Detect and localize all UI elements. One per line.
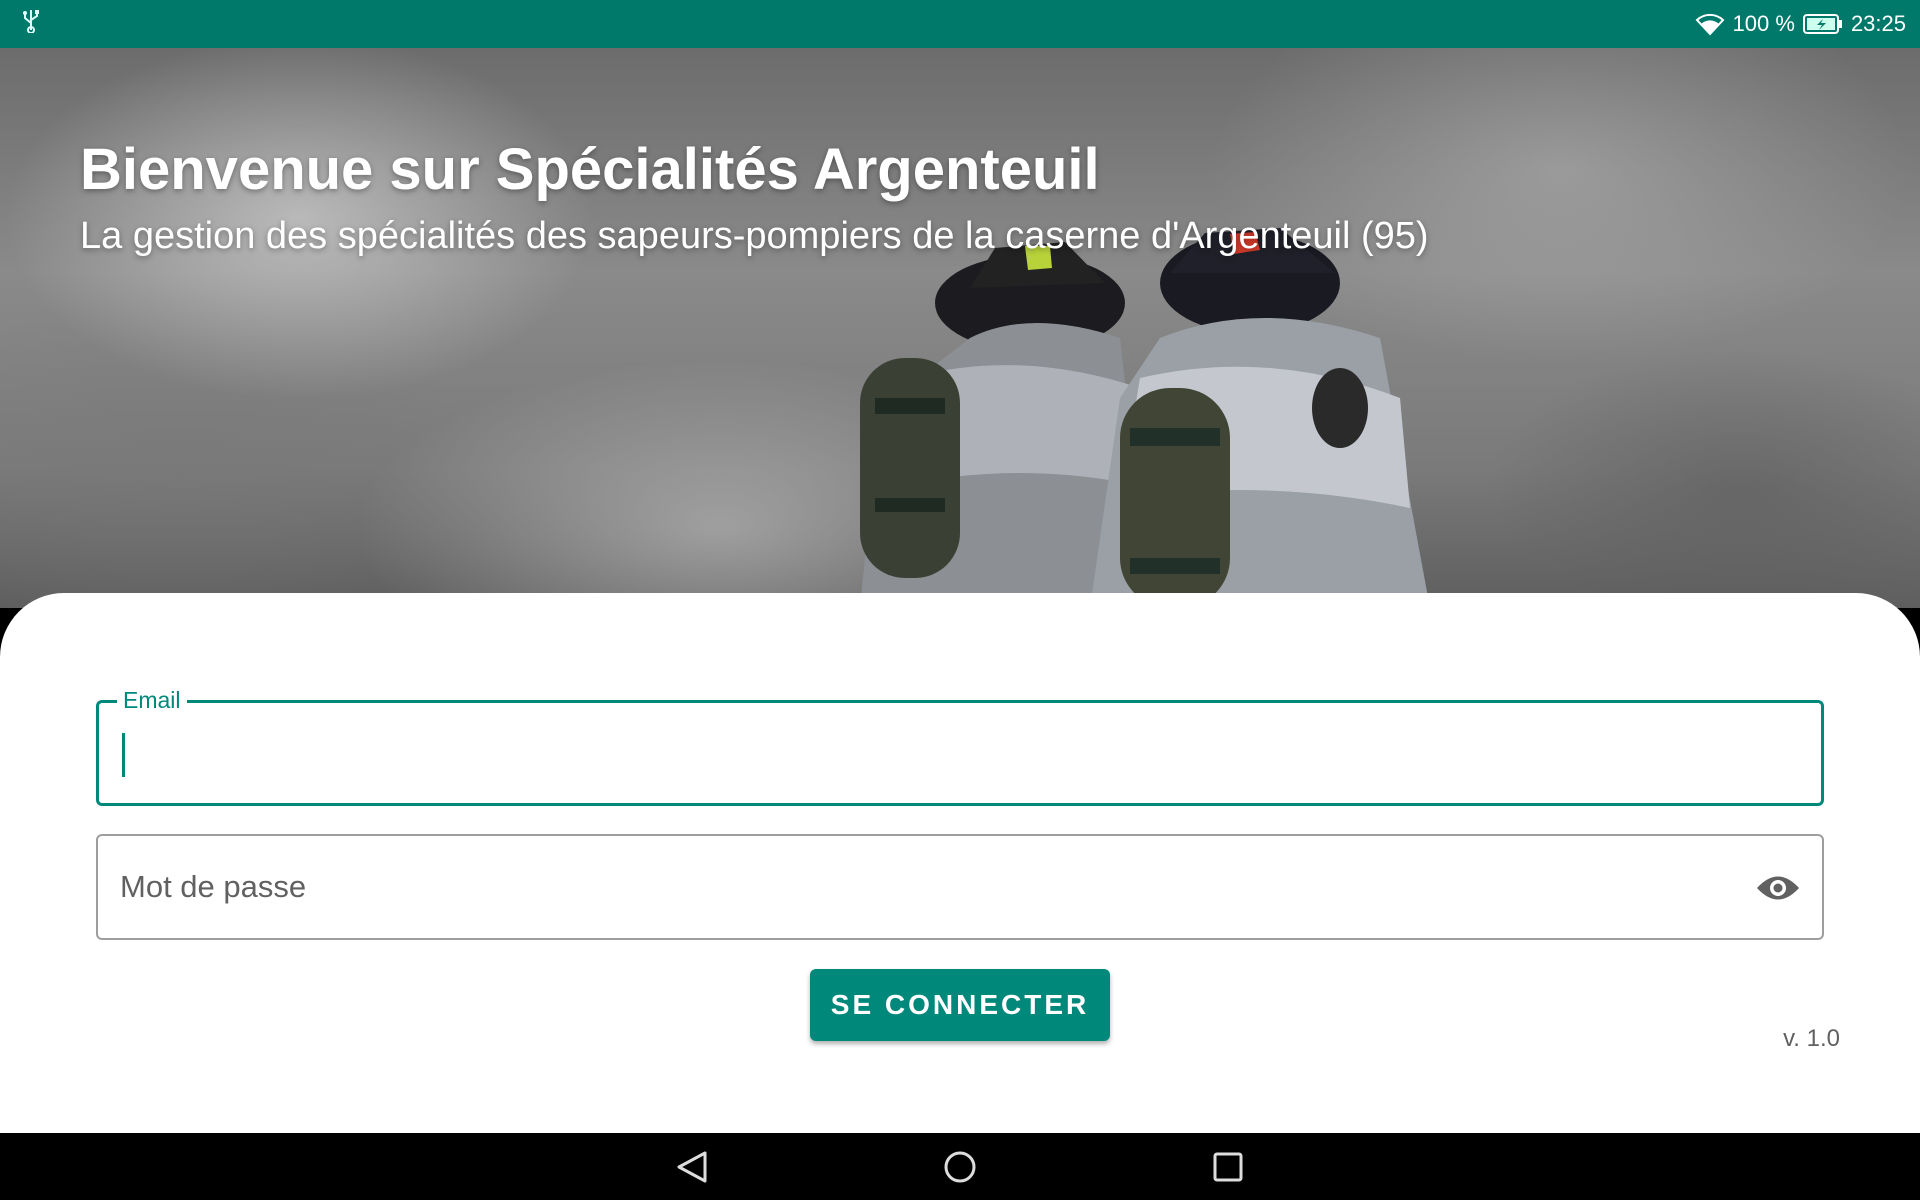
login-button[interactable]: SE CONNECTER: [810, 969, 1110, 1041]
firefighters-photo: [860, 228, 1430, 608]
navigation-bar: [0, 1133, 1920, 1200]
battery-charging-icon: [1802, 13, 1843, 35]
text-cursor: [122, 733, 125, 777]
hero-banner: Bienvenue sur Spécialités Argenteuil La …: [0, 48, 1920, 608]
status-bar: 100 % 23:25: [0, 0, 1920, 48]
login-card: Email Mot de passe SE CONNECTER v. 1.0: [0, 593, 1920, 1133]
page-subtitle: La gestion des spécialités des sapeurs-p…: [80, 215, 1429, 257]
home-circle-icon[interactable]: [936, 1143, 984, 1191]
password-placeholder: Mot de passe: [120, 869, 307, 904]
wifi-icon: [1695, 12, 1725, 36]
email-field[interactable]: Email: [96, 686, 1824, 806]
back-triangle-icon[interactable]: [668, 1143, 716, 1191]
email-label: Email: [117, 686, 187, 714]
usb-icon: [22, 9, 40, 39]
app-version: v. 1.0: [1783, 1025, 1840, 1052]
password-field[interactable]: Mot de passe: [96, 834, 1824, 940]
login-screen: 100 % 23:25 Bienvenue sur Spécialités Ar…: [0, 0, 1920, 1200]
eye-icon[interactable]: [1754, 866, 1802, 910]
recents-square-icon[interactable]: [1204, 1143, 1252, 1191]
battery-percent: 100 %: [1732, 11, 1795, 36]
clock: 23:25: [1850, 11, 1906, 36]
page-title: Bienvenue sur Spécialités Argenteuil: [80, 137, 1100, 202]
